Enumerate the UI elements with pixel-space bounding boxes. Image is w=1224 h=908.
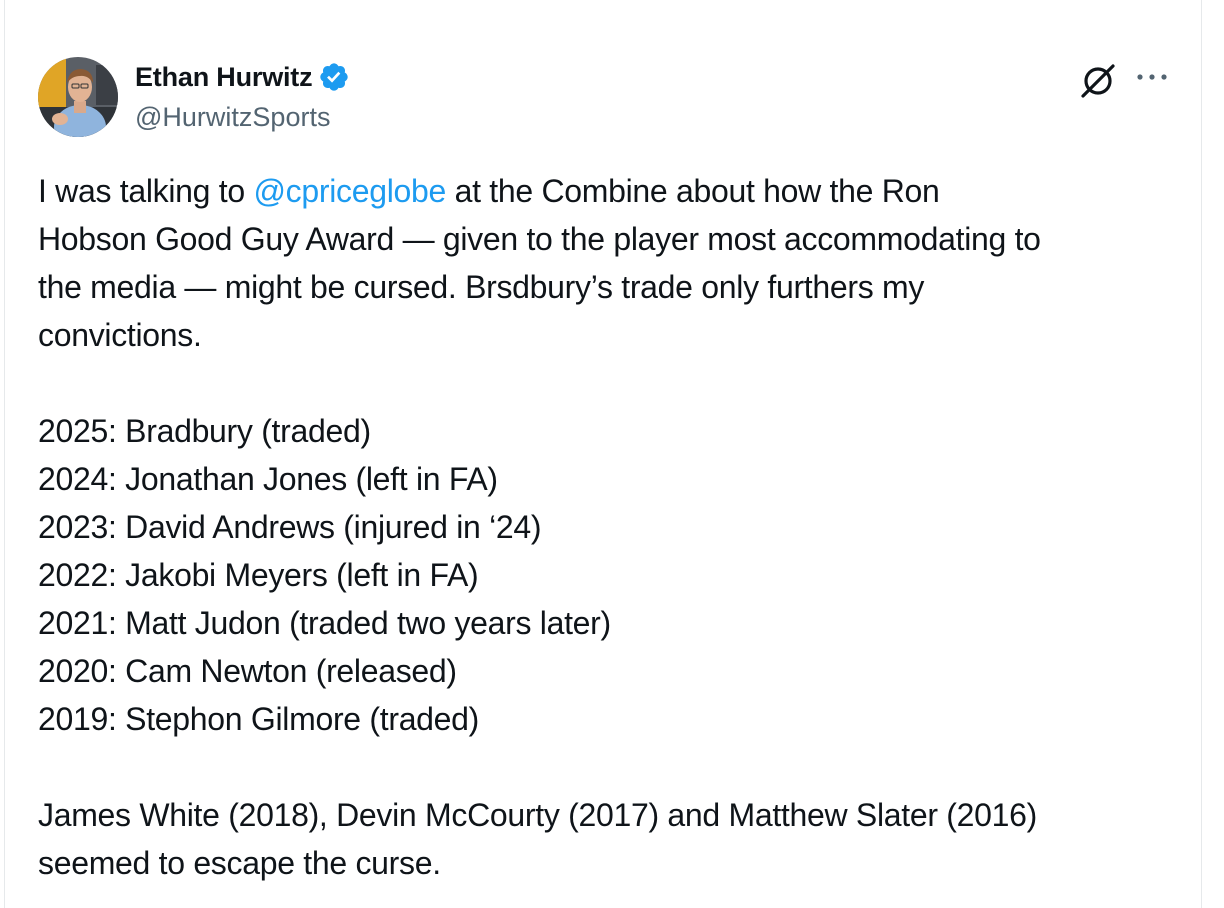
- list-line: 2025: Bradbury (traded): [38, 413, 371, 449]
- more-options-icon[interactable]: [1130, 62, 1174, 92]
- tweet-text: I was talking to @cpriceglobe at the Com…: [38, 167, 1188, 887]
- author-handle[interactable]: @HurwitzSports: [135, 102, 330, 133]
- closing-line: seemed to escape the curse.: [38, 845, 441, 881]
- tweet-text-segment: at the Combine about how the Ron: [446, 173, 940, 209]
- mention-link[interactable]: @cpriceglobe: [253, 173, 446, 209]
- list-line: 2023: David Andrews (injured in ‘24): [38, 509, 542, 545]
- list-line: 2019: Stephon Gilmore (traded): [38, 701, 480, 737]
- avatar[interactable]: [38, 57, 118, 137]
- tweet-line: Hobson Good Guy Award — given to the pla…: [38, 221, 1041, 257]
- list-line: 2021: Matt Judon (traded two years later…: [38, 605, 611, 641]
- grok-icon[interactable]: [1075, 58, 1121, 104]
- list-line: 2022: Jakobi Meyers (left in FA): [38, 557, 479, 593]
- list-line: 2024: Jonathan Jones (left in FA): [38, 461, 498, 497]
- author-name[interactable]: Ethan Hurwitz: [135, 62, 313, 93]
- tweet-card: Ethan Hurwitz @HurwitzSports I was talki…: [4, 0, 1202, 908]
- list-line: 2020: Cam Newton (released): [38, 653, 457, 689]
- tweet-line: the media — might be cursed. Brsdbury’s …: [38, 269, 925, 305]
- tweet-line: I was talking to @cpriceglobe at the Com…: [38, 167, 1188, 215]
- verified-badge-icon: [318, 61, 350, 93]
- author-name-row: Ethan Hurwitz: [135, 61, 350, 93]
- tweet-line: convictions.: [38, 317, 202, 353]
- avatar-photo: [38, 57, 118, 137]
- tweet-text-segment: I was talking to: [38, 173, 254, 209]
- closing-line: James White (2018), Devin McCourty (2017…: [38, 797, 1037, 833]
